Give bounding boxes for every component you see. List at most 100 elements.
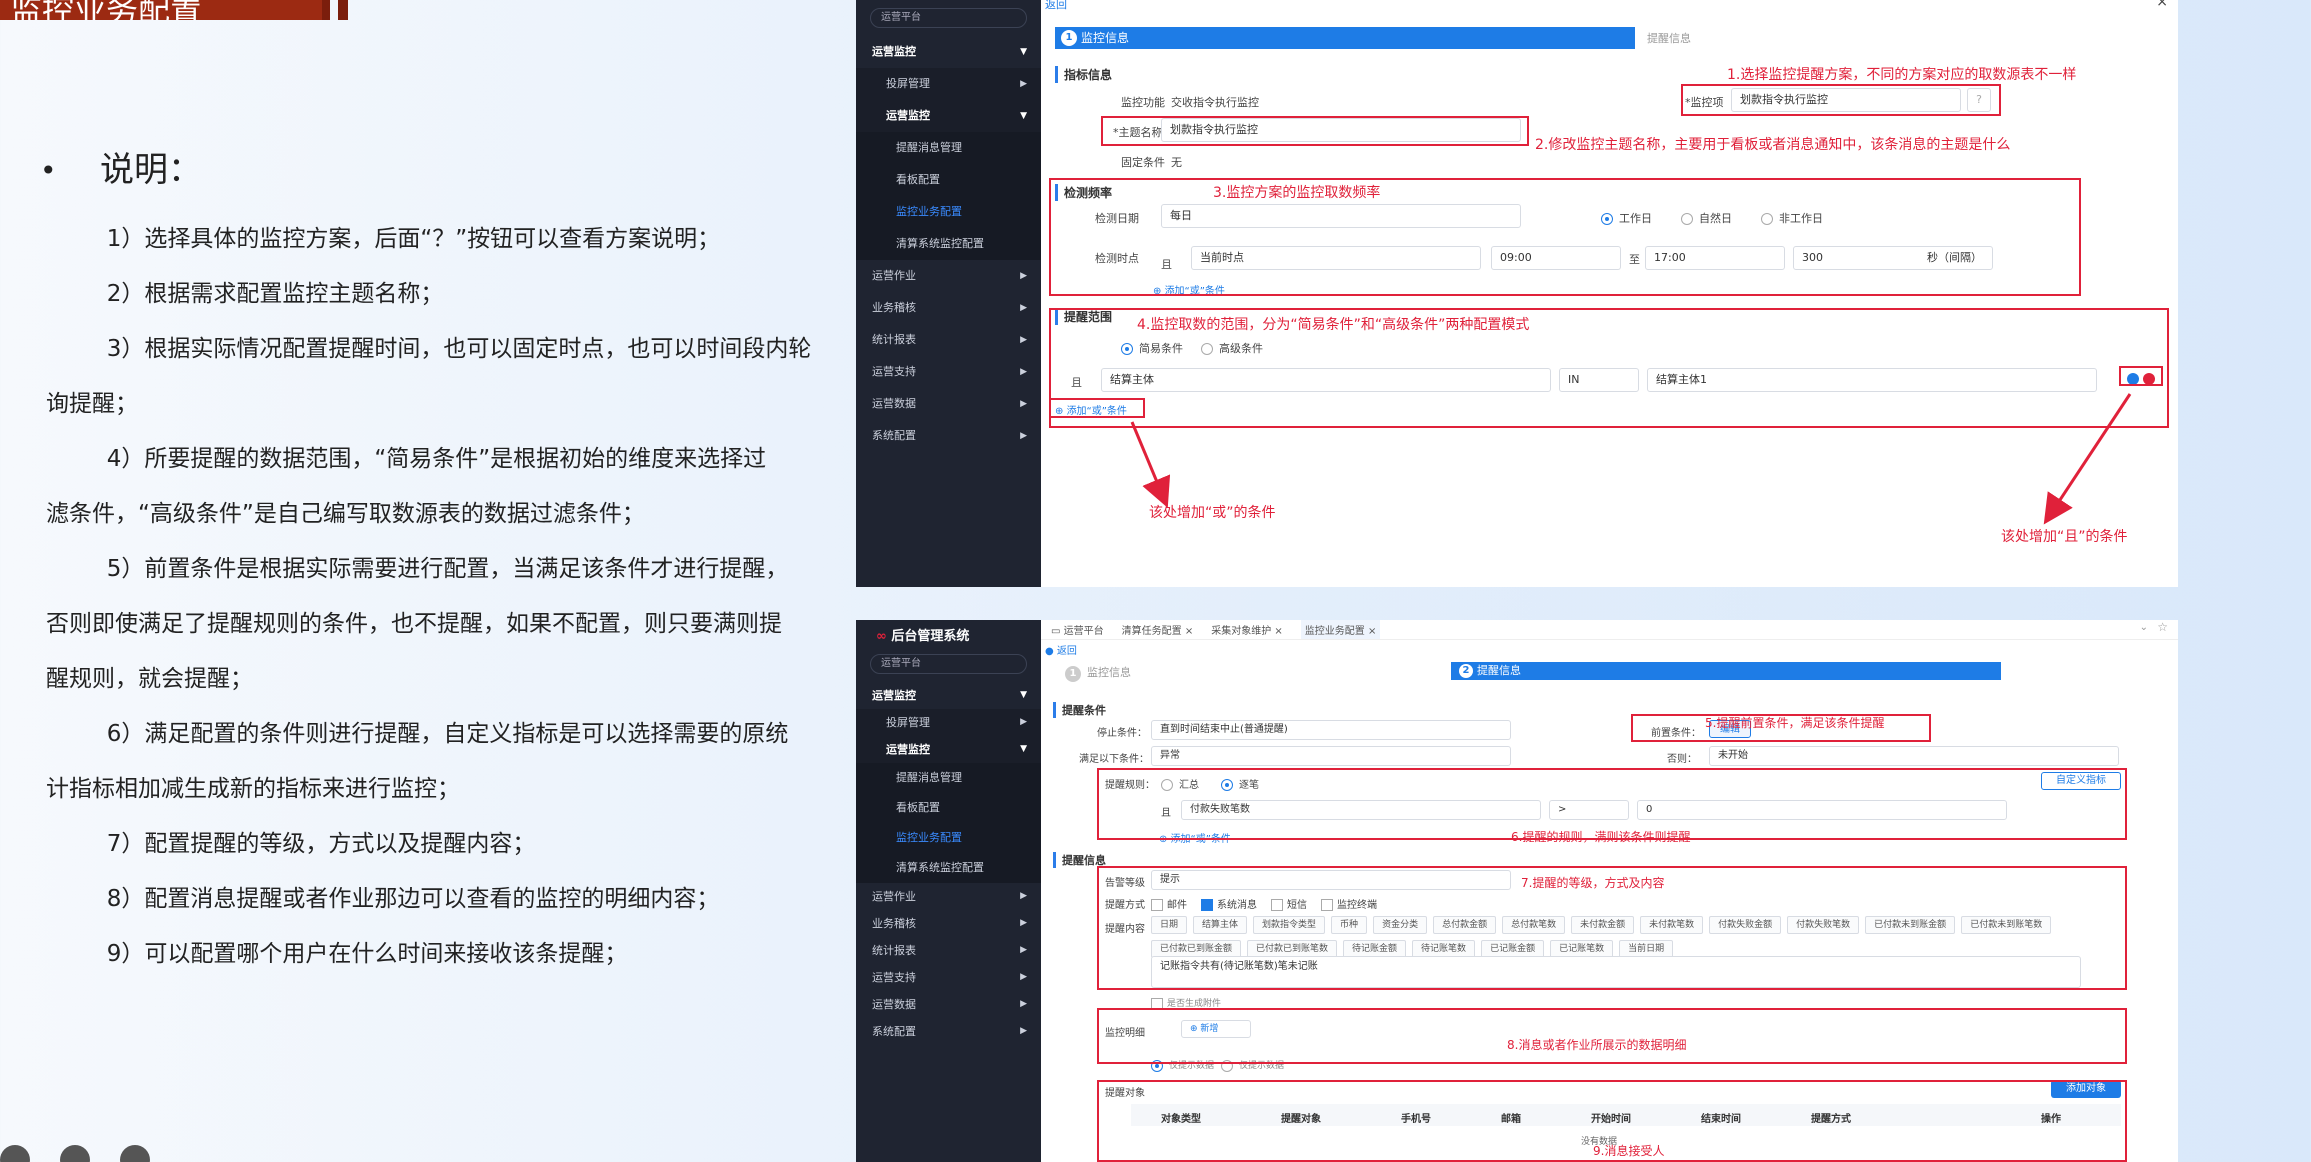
step-2-label: 提醒信息 <box>1477 664 1521 677</box>
chevron-right-icon: ▶ <box>1020 335 1027 345</box>
bullet: • <box>40 153 57 187</box>
note-line: 3）根据实际情况配置提醒时间，也可以固定时点，也可以时间段内轮 <box>106 336 812 362</box>
label-stop: 停止条件： <box>1097 728 1147 739</box>
sidebar-item-label: 投屏管理 <box>886 77 930 90</box>
tab-label: 运营平台 <box>1063 626 1104 637</box>
annotation-8: 8.消息或者作业所展示的数据明细 <box>1507 1038 1687 1052</box>
sidebar-item[interactable]: 运营监控 ▼ <box>856 682 1041 709</box>
annotation-box-1 <box>1681 84 2001 116</box>
sidebar-item[interactable]: 运营作业 ▶ <box>856 260 1041 292</box>
chevron-down-icon: ▼ <box>1020 744 1027 754</box>
sidebar-item[interactable]: 提醒消息管理 <box>856 763 1041 793</box>
sidebar-item[interactable]: 投屏管理 ▶ <box>856 68 1041 100</box>
satisfy-select[interactable]: 异常 <box>1151 746 1511 766</box>
platform-label: 运营平台 <box>881 658 921 669</box>
close-icon[interactable]: × <box>1368 626 1376 637</box>
sidebar-item[interactable]: 运营数据 ▶ <box>856 991 1041 1018</box>
tab-collect[interactable]: 采集对象维护 × <box>1211 622 1283 637</box>
sidebar-item[interactable]: 统计报表 ▶ <box>856 324 1041 356</box>
sidebar-item[interactable]: 提醒消息管理 <box>856 132 1041 164</box>
close-icon[interactable]: × <box>2156 0 2168 10</box>
sidebar-item-label: 运营监控 <box>872 689 916 702</box>
chevron-right-icon: ▶ <box>1020 431 1027 441</box>
chevron-right-icon: ▶ <box>1020 945 1027 955</box>
sidebar-item-label: 运营支持 <box>872 971 916 984</box>
sidebar-item-label: 运营监控 <box>872 45 916 58</box>
sidebar-item-label: 清算系统监控配置 <box>896 237 984 250</box>
sidebar-item[interactable]: 运营监控 ▼ <box>856 100 1041 132</box>
sidebar-item[interactable]: 系统配置 ▶ <box>856 420 1041 452</box>
step-1-label: 1 监控信息 <box>1065 664 1131 682</box>
toolbar-icon[interactable] <box>120 1145 150 1162</box>
sidebar-item[interactable]: 看板配置 <box>856 164 1041 196</box>
note-line: 否则即使满足了提醒规则的条件，也不提醒，如果不配置，则只要满则提 <box>46 611 782 637</box>
bottom-toolbar <box>0 1145 150 1162</box>
platform-switch[interactable]: 运营平台 <box>870 8 1027 28</box>
toolbar-icon[interactable] <box>60 1145 90 1162</box>
sidebar-item[interactable]: 看板配置 <box>856 793 1041 823</box>
chevron-right-icon: ▶ <box>1020 918 1027 928</box>
platform-switch[interactable]: 运营平台 <box>870 654 1027 674</box>
close-icon[interactable]: × <box>1185 626 1193 637</box>
sidebar-item-active[interactable]: 监控业务配置 <box>856 196 1041 228</box>
label-fixed: 固定条件 <box>1121 156 1165 169</box>
else-value: 未开始 <box>1718 750 1748 761</box>
sidebar-item-label: 运营支持 <box>872 365 916 378</box>
chevron-right-icon: ▶ <box>1020 79 1027 89</box>
back-link[interactable]: 返回 <box>1045 0 1067 12</box>
sidebar-item[interactable]: 业务稽核 ▶ <box>856 292 1041 324</box>
sidebar-item-label: 看板配置 <box>896 173 940 186</box>
sidebar-item-label: 运营监控 <box>886 743 930 756</box>
close-icon[interactable]: × <box>1274 626 1282 637</box>
toolbar-icon[interactable] <box>0 1145 30 1162</box>
tab-label: 清算任务配置 <box>1121 626 1182 637</box>
stop-select[interactable]: 直到时间结束中止(普通提醒) <box>1151 720 1511 740</box>
annotation-box-and <box>2119 366 2163 386</box>
sidebar-item[interactable]: 系统配置 ▶ <box>856 1018 1041 1045</box>
else-select[interactable]: 未开始 <box>1709 746 2119 766</box>
sidebar-item[interactable]: 运营数据 ▶ <box>856 388 1041 420</box>
annotation-box-or <box>1049 398 1145 418</box>
chevron-right-icon: ▶ <box>1020 271 1027 281</box>
bottom-main: ▭ 运营平台 清算任务配置 × 采集对象维护 × 监控业务配置 × ⌄ ☆ ● … <box>1041 620 2178 1162</box>
sidebar-item-label: 系统配置 <box>872 1025 916 1038</box>
sidebar-item[interactable]: 业务稽核 ▶ <box>856 910 1041 937</box>
sidebar-item[interactable]: 运营支持 ▶ <box>856 964 1041 991</box>
top-main: 返回 × 监控信息 1 提醒信息 指标信息 监控功能 交收指令执行监控 *监控项… <box>1041 0 2178 587</box>
sidebar-item[interactable]: 清算系统监控配置 <box>856 853 1041 883</box>
star-icon[interactable]: ☆ <box>2157 620 2168 634</box>
sidebar-item-label: 监控业务配置 <box>896 831 962 844</box>
sidebar-item[interactable]: 运营作业 ▶ <box>856 883 1041 910</box>
sidebar: 运营平台 运营监控 ▼ 投屏管理 ▶ 运营监控 ▼ 提醒消息管理 看板配置 监控业务配… <box>856 0 1041 587</box>
sidebar-item-label: 系统配置 <box>872 429 916 442</box>
step-1-text: 监控信息 <box>1087 666 1131 679</box>
sidebar-item[interactable]: 统计报表 ▶ <box>856 937 1041 964</box>
annotation-9: 9.消息接受人 <box>1593 1144 1665 1158</box>
sidebar-item[interactable]: 投屏管理 ▶ <box>856 709 1041 736</box>
sidebar-item[interactable]: 运营监控 ▼ <box>856 736 1041 763</box>
sidebar-item-label: 运营数据 <box>872 998 916 1011</box>
step-2-bar: 提醒信息 <box>1451 662 2001 680</box>
sidebar-item-label: 运营数据 <box>872 397 916 410</box>
chevron-down-icon: ▼ <box>1020 690 1027 700</box>
sidebar-item-label: 业务稽核 <box>872 917 916 930</box>
annotation-6: 6.提醒的规则，满则该条件则提醒 <box>1511 830 1691 844</box>
sidebar-item[interactable]: 清算系统监控配置 <box>856 228 1041 260</box>
value-fixed: 无 <box>1171 156 1182 169</box>
sidebar: ∞ 后台管理系统 运营平台 运营监控 ▼ 投屏管理 ▶ 运营监控 ▼ 提醒消息管理 看… <box>856 620 1041 1162</box>
tab-monitor-config[interactable]: 监控业务配置 × <box>1300 620 1381 639</box>
tab-platform[interactable]: ▭ 运营平台 <box>1051 622 1104 637</box>
label-satisfy: 满足以下条件： <box>1079 754 1149 765</box>
back-link[interactable]: ● 返回 <box>1045 642 1077 657</box>
tab-settlement[interactable]: 清算任务配置 × <box>1122 622 1194 637</box>
sidebar-item[interactable]: 运营支持 ▶ <box>856 356 1041 388</box>
satisfy-value: 异常 <box>1160 750 1180 761</box>
chevron-down-icon: ▼ <box>1020 47 1027 57</box>
step-1-bar: 监控信息 <box>1055 27 1635 49</box>
chevron-down-icon[interactable]: ⌄ <box>2140 622 2148 633</box>
annotation-3: 3.监控方案的监控取数频率 <box>1213 185 1381 201</box>
section-indicator: 指标信息 <box>1055 66 1112 83</box>
notes-panel: • 说明： 1）选择具体的监控方案，后面“？”按钮可以查看方案说明； 2）根据需… <box>40 140 820 982</box>
sidebar-item[interactable]: 运营监控 ▼ <box>856 36 1041 68</box>
sidebar-item-active[interactable]: 监控业务配置 <box>856 823 1041 853</box>
